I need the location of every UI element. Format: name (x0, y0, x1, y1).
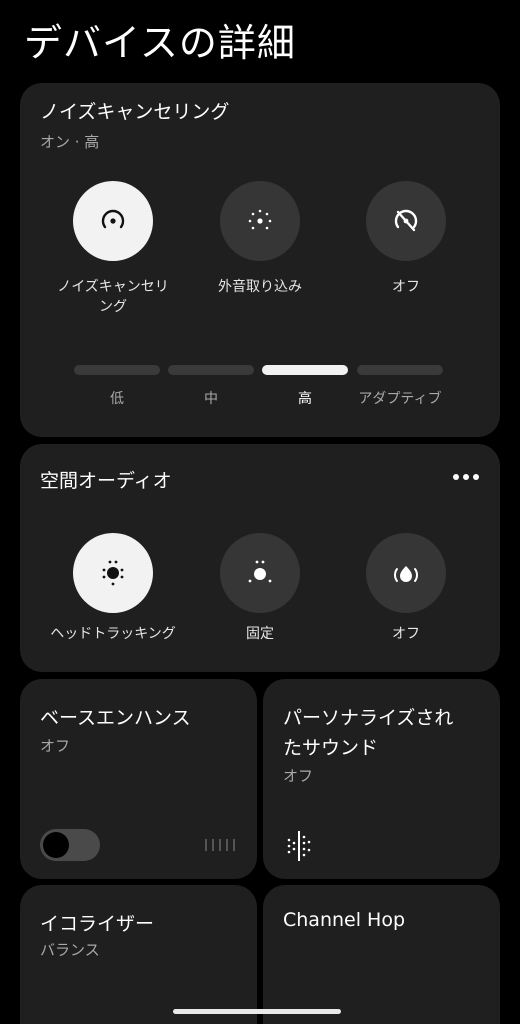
ambient-sound-mode-label: 外音取り込み (218, 279, 302, 295)
level-high-label: 高 (298, 391, 312, 407)
noise-cancel-icon (101, 209, 125, 229)
level-adaptive-label: アダプティブ (358, 391, 442, 407)
more-options-button[interactable] (452, 472, 480, 482)
spatial-audio-card: 空間オーディオ ヘッドトラッキング 固定 オフ (20, 444, 500, 672)
ambient-sound-icon (248, 209, 272, 230)
anc-off-icon (394, 209, 418, 232)
anc-off-mode-button[interactable] (366, 181, 446, 261)
bass-level-icon (205, 839, 235, 851)
bass-enhance-card[interactable]: ベースエンハンス オフ (20, 679, 257, 879)
equalizer-title: イコライザー (40, 913, 155, 935)
level-mid-bar[interactable] (168, 365, 254, 375)
noise-cancel-mode-button[interactable] (73, 181, 153, 261)
bass-enhance-title: ベースエンハンス (40, 707, 191, 729)
level-low-bar[interactable] (74, 365, 160, 375)
spatial-off-mode-button[interactable] (366, 533, 446, 613)
noise-cancelling-card: ノイズキャンセリング オン · 高 ノイズキャンセリ ング 外音取り込み オフ … (20, 83, 500, 437)
spatial-audio-title: 空間オーディオ (40, 470, 172, 492)
level-adaptive-bar[interactable] (357, 365, 443, 375)
equalizer-card[interactable]: イコライザー バランス (20, 885, 257, 1024)
noise-cancel-mode-label: ノイズキャンセリ ング (57, 279, 169, 315)
ambient-sound-mode-button[interactable] (220, 181, 300, 261)
page-title: デバイスの詳細 (24, 21, 296, 65)
channel-hop-card[interactable]: Channel Hop (263, 885, 500, 1024)
fixed-spatial-mode-button[interactable] (220, 533, 300, 613)
noise-cancelling-title: ノイズキャンセリング (40, 101, 230, 123)
home-indicator[interactable] (173, 1009, 341, 1014)
bass-enhance-toggle[interactable] (40, 829, 100, 861)
sound-wave-icon (287, 831, 311, 861)
level-high-bar[interactable] (262, 365, 348, 375)
spatial-off-mode-label: オフ (392, 626, 420, 642)
head-tracking-mode-label: ヘッドトラッキング (50, 626, 176, 642)
personalized-sound-status: オフ (283, 767, 314, 785)
noise-cancelling-status: オン · 高 (40, 133, 100, 151)
more-horizontal-icon (453, 474, 479, 480)
channel-hop-title: Channel Hop (283, 909, 406, 931)
head-tracking-mode-button[interactable] (73, 533, 153, 613)
personalized-sound-title: パーソナライズされ たサウンド (283, 707, 454, 759)
equalizer-status: バランス (40, 941, 100, 959)
fixed-spatial-mode-label: 固定 (246, 626, 274, 642)
toggle-knob (43, 832, 69, 858)
device-details-screen: デバイスの詳細 ノイズキャンセリング オン · 高 ノイズキャンセリ ング 外音… (0, 0, 520, 1024)
bass-enhance-status: オフ (40, 737, 71, 755)
personalized-sound-card[interactable]: パーソナライズされ たサウンド オフ (263, 679, 500, 879)
fixed-spatial-icon (248, 560, 272, 583)
spatial-off-icon (394, 566, 418, 582)
anc-off-mode-label: オフ (392, 279, 420, 295)
head-tracking-icon (102, 560, 124, 586)
